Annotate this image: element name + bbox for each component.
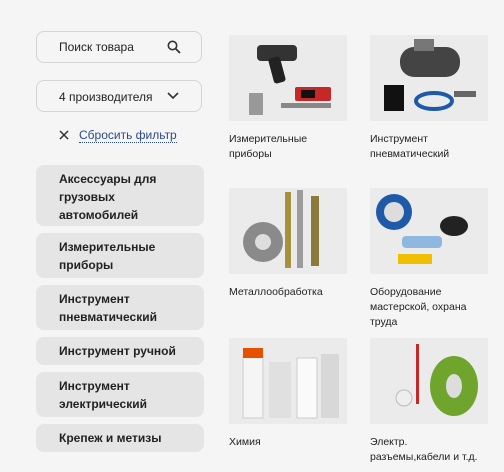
category-label: Крепеж и метизы	[59, 431, 162, 445]
product-tile-chemicals[interactable]: Химия	[229, 338, 349, 450]
category-item-hand-tools[interactable]: Инструмент ручной	[36, 337, 204, 365]
manufacturer-select[interactable]: 4 производителя	[36, 80, 202, 112]
category-item-truck-accessories[interactable]: Аксессуары для грузовых автомобилей	[36, 165, 204, 226]
compressor-image[interactable]	[370, 35, 488, 121]
category-label: Аксессуары для грузовых автомобилей	[59, 172, 157, 222]
category-item-pneumatic[interactable]: Инструмент пневматический	[36, 285, 204, 330]
reset-filter-label[interactable]: Сбросить фильтр	[79, 128, 177, 143]
workshop-equipment-image[interactable]	[370, 188, 488, 274]
category-label: Инструмент электрический	[59, 379, 147, 411]
close-icon[interactable]	[59, 130, 69, 140]
measuring-tools-image[interactable]	[229, 35, 347, 121]
category-label: Инструмент пневматический	[59, 292, 157, 324]
cables-image[interactable]	[370, 338, 488, 424]
tile-caption[interactable]: Инструмент пневматический	[370, 132, 490, 162]
search-input[interactable]: Поиск товара	[36, 31, 202, 63]
category-item-measuring[interactable]: Измерительные приборы	[36, 233, 204, 278]
category-label: Инструмент ручной	[59, 344, 176, 358]
tile-caption[interactable]: Измерительные приборы	[229, 132, 349, 162]
category-list: Аксессуары для грузовых автомобилей Изме…	[36, 165, 204, 459]
product-tile-metalworking[interactable]: Металлообработка	[229, 188, 349, 300]
tile-caption[interactable]: Металлообработка	[229, 285, 349, 300]
product-tile-workshop[interactable]: Оборудование мастерской, охрана труда	[370, 188, 490, 330]
chevron-down-icon	[167, 92, 179, 100]
category-label: Измерительные приборы	[59, 240, 156, 272]
category-item-fasteners[interactable]: Крепеж и метизы	[36, 424, 204, 452]
search-icon[interactable]	[167, 40, 181, 54]
manufacturer-select-value: 4 производителя	[59, 90, 153, 104]
chemicals-image[interactable]	[229, 338, 347, 424]
tile-caption[interactable]: Оборудование мастерской, охрана труда	[370, 285, 490, 330]
category-item-electric-tools[interactable]: Инструмент электрический	[36, 372, 204, 417]
tile-caption[interactable]: Химия	[229, 435, 349, 450]
metalworking-image[interactable]	[229, 188, 347, 274]
search-placeholder: Поиск товара	[59, 40, 134, 54]
tile-caption[interactable]: Электр. разъемы,кабели и т.д.	[370, 435, 490, 465]
product-tile-pneumatic[interactable]: Инструмент пневматический	[370, 35, 490, 162]
product-tile-cables[interactable]: Электр. разъемы,кабели и т.д.	[370, 338, 490, 465]
product-tile-measuring[interactable]: Измерительные приборы	[229, 35, 349, 162]
